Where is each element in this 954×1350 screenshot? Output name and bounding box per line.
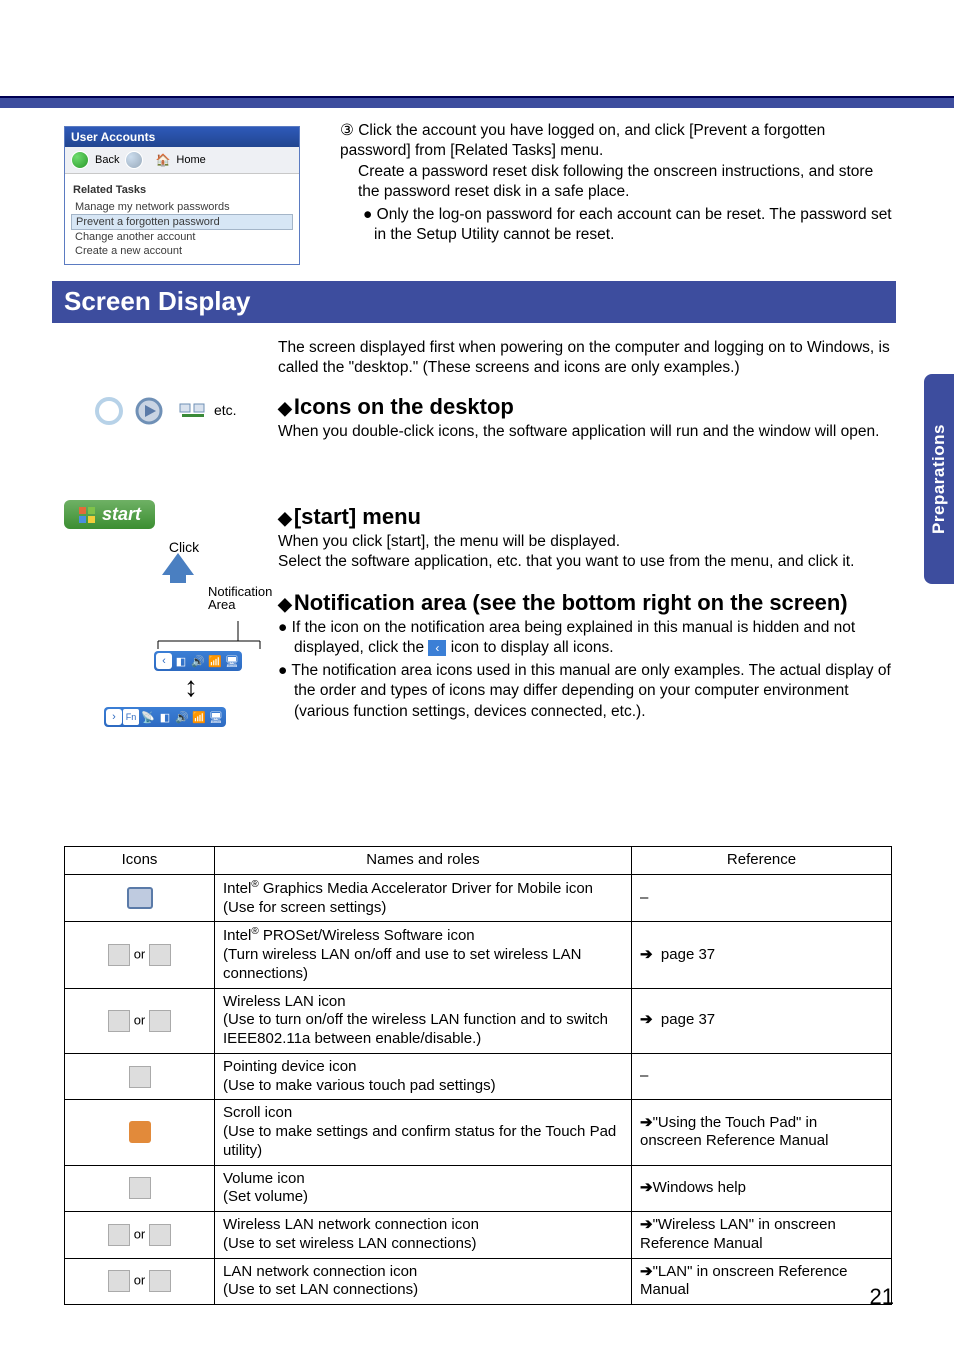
cell-ref: ➔"Wireless LAN" in onscreen Reference Ma… [632, 1212, 892, 1259]
th-names: Names and roles [215, 847, 632, 875]
table-row: or Wireless LAN icon(Use to turn on/off … [65, 988, 892, 1053]
show-hidden-icons-icon: ‹ [428, 640, 446, 656]
step-3-block: ③ Click the account you have logged on, … [340, 121, 894, 246]
click-label: Click [104, 539, 264, 555]
step3-line1: Click the account you have logged on, an… [340, 122, 825, 159]
cell-ref: ➔"Using the Touch Pad" in onscreen Refer… [632, 1100, 892, 1165]
cell-name: LAN network connection icon(Use to set L… [215, 1258, 632, 1305]
icons-etc: etc. [214, 402, 237, 418]
h-start-body1: When you click [start], the menu will be… [278, 532, 894, 552]
tray-icon-3: 📶 [207, 653, 223, 669]
tray-icon-e: 🖥 [208, 709, 224, 725]
cell-ref: ➔ page 37 [632, 988, 892, 1053]
start-notification-figure: start Click Notification Area ‹ ◧ 🔊 📶 🖥 … [64, 500, 264, 727]
cell-ref: ➔"LAN" in onscreen Reference Manual [632, 1258, 892, 1305]
cell-icon: or [65, 988, 215, 1053]
ua-back-label: Back [95, 154, 119, 166]
ua-body: Related Tasks Manage my network password… [65, 174, 299, 264]
diamond-icon: ◆ [278, 398, 292, 418]
block-notification-area: ◆Notification area (see the bottom right… [278, 590, 894, 722]
cell-icon [65, 1053, 215, 1100]
h-start-title: [start] menu [294, 504, 421, 529]
h-icons-body: When you double-click icons, the softwar… [278, 422, 894, 442]
top-blue-bar [0, 96, 954, 108]
cell-icon: or [65, 1258, 215, 1305]
cell-name: Intel® PROSet/Wireless Software icon(Tur… [215, 922, 632, 988]
cell-name: Wireless LAN network connection icon(Use… [215, 1212, 632, 1259]
th-icons: Icons [65, 847, 215, 875]
cell-icon [65, 1165, 215, 1212]
ie-icon [95, 397, 123, 425]
expand-arrow-icon: ‹ [156, 653, 172, 669]
cell-ref: – [632, 874, 892, 922]
desktop-icons-figure: etc. [76, 396, 256, 426]
start-button-figure: start [64, 500, 155, 529]
ua-item-0: Manage my network passwords [71, 200, 293, 214]
ua-item-2: Change another account [71, 230, 293, 244]
tray-icon-fn: Fn [123, 709, 139, 725]
block-icons-on-desktop: ◆Icons on the desktop When you double-cl… [278, 394, 894, 442]
user-accounts-window: User Accounts Back 🏠 Home Related Tasks … [64, 126, 300, 265]
table-row: Pointing device icon(Use to make various… [65, 1053, 892, 1100]
cell-icon [65, 874, 215, 922]
up-down-arrow-icon: ↕ [184, 671, 264, 703]
windows-logo-icon [78, 506, 96, 524]
h-icons-title: Icons on the desktop [294, 394, 514, 419]
cell-ref: ➔ page 37 [632, 922, 892, 988]
notif-bullet-1: If the icon on the notification area bei… [278, 618, 894, 659]
wmp-icon [134, 396, 166, 426]
cell-ref: – [632, 1053, 892, 1100]
cell-icon: or [65, 922, 215, 988]
tray-collapsed: ‹ ◧ 🔊 📶 🖥 [154, 651, 242, 671]
tray-expanded: › Fn 📡 ◧ 🔊 📶 🖥 [104, 707, 226, 727]
tray-icon-d: 📶 [191, 709, 207, 725]
diamond-icon-3: ◆ [278, 594, 292, 614]
diamond-icon-2: ◆ [278, 508, 292, 528]
step3-marker: ③ [340, 122, 354, 139]
cell-name: Intel® Graphics Media Accelerator Driver… [215, 874, 632, 922]
ua-home-label: Home [176, 154, 205, 166]
h-start-body2: Select the software application, etc. th… [278, 552, 894, 572]
table-row: Volume icon(Set volume)➔Windows help [65, 1165, 892, 1212]
cell-name: Pointing device icon(Use to make various… [215, 1053, 632, 1100]
cell-name: Scroll icon(Use to make settings and con… [215, 1100, 632, 1165]
back-icon [71, 151, 89, 169]
step3-line2: Create a password reset disk following t… [358, 163, 873, 200]
h-notif-title: Notification area (see the bottom right … [294, 590, 848, 615]
table-row: or LAN network connection icon(Use to se… [65, 1258, 892, 1305]
network-places-icon [176, 396, 210, 426]
page-number: 21 [870, 1284, 894, 1310]
cell-ref: ➔Windows help [632, 1165, 892, 1212]
icons-table: Icons Names and roles Reference Intel® G… [64, 846, 892, 1305]
side-tab-preparations: Preparations [924, 374, 954, 584]
section-bar-screen-display: Screen Display [52, 281, 896, 323]
cell-name: Volume icon(Set volume) [215, 1165, 632, 1212]
collapse-arrow-icon: › [106, 709, 122, 725]
table-row: or Intel® PROSet/Wireless Software icon(… [65, 922, 892, 988]
table-row: Intel® Graphics Media Accelerator Driver… [65, 874, 892, 922]
notif-area-label: Notification Area [208, 585, 272, 611]
cell-icon: or [65, 1212, 215, 1259]
table-row: or Wireless LAN network connection icon(… [65, 1212, 892, 1259]
forward-icon [125, 151, 143, 169]
ua-related-tasks-label: Related Tasks [73, 184, 291, 196]
tray-icon-b: ◧ [157, 709, 173, 725]
ua-item-3: Create a new account [71, 244, 293, 258]
desktop-intro: The screen displayed first when powering… [278, 338, 894, 379]
ua-title: User Accounts [65, 127, 299, 147]
cell-name: Wireless LAN icon(Use to turn on/off the… [215, 988, 632, 1053]
th-ref: Reference [632, 847, 892, 875]
block-start-menu: ◆[start] menu When you click [start], th… [278, 504, 894, 573]
notif-bullet-2: The notification area icons used in this… [278, 661, 894, 722]
tray-icon-2: 🔊 [190, 653, 206, 669]
ua-item-1: Prevent a forgotten password [71, 214, 293, 230]
tray-icon-c: 🔊 [174, 709, 190, 725]
tray-icon-a: 📡 [140, 709, 156, 725]
ua-toolbar: Back 🏠 Home [65, 147, 299, 174]
table-row: Scroll icon(Use to make settings and con… [65, 1100, 892, 1165]
tray-icon-1: ◧ [173, 653, 189, 669]
step3-bullet: Only the log-on password for each accoun… [374, 206, 892, 243]
tray-icon-4: 🖥 [224, 653, 240, 669]
cell-icon [65, 1100, 215, 1165]
